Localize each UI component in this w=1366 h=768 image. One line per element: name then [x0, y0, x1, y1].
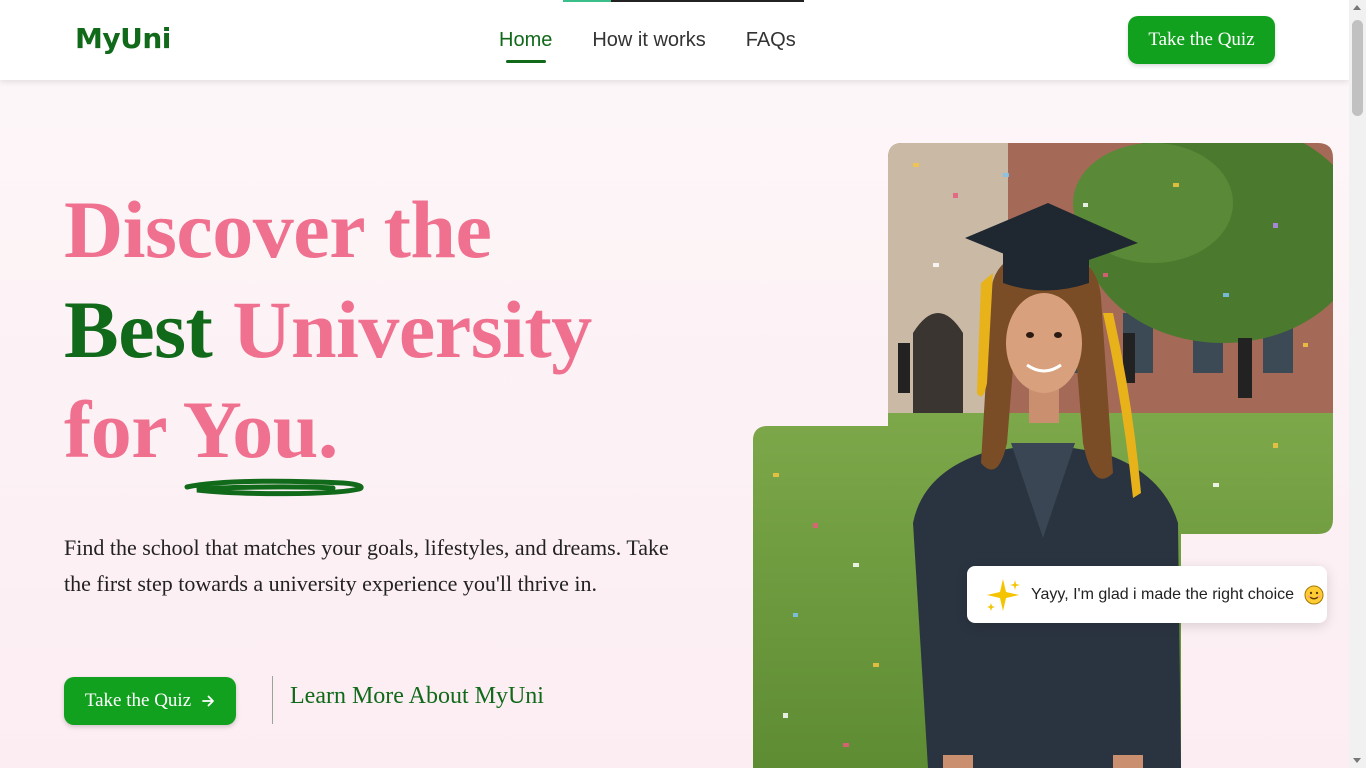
- headline-line-3: for You.: [64, 384, 338, 475]
- graduate-image: [753, 143, 1333, 768]
- nav-item-how-it-works[interactable]: How it works: [592, 29, 705, 52]
- reading-progress-bar: [563, 0, 804, 2]
- smiley-icon: [1304, 585, 1324, 604]
- nav-item-home[interactable]: Home: [499, 29, 553, 63]
- site-header: MyUni Home How it works FAQs Take the Qu…: [0, 0, 1349, 80]
- graduate-photo: [753, 143, 1333, 768]
- active-indicator: [506, 60, 546, 63]
- hero-section: Discover the Best University for You. Fi…: [0, 80, 1349, 768]
- nav-item-label: How it works: [592, 29, 706, 51]
- headline-accent-word: Best: [64, 284, 213, 375]
- arrow-right-icon: [202, 695, 215, 707]
- hero-description: Find the school that matches your goals,…: [64, 535, 669, 596]
- logo[interactable]: MyUni: [75, 22, 171, 55]
- sparkles-icon: [987, 578, 1020, 611]
- take-quiz-button[interactable]: Take the Quiz: [64, 677, 236, 725]
- scrollbar-thumb[interactable]: [1352, 20, 1363, 116]
- hero-headline: Discover the Best University for You.: [64, 180, 592, 480]
- nav-item-label: Home: [499, 29, 553, 51]
- toast-text: Yayy, I'm glad i made the right choice: [1031, 585, 1295, 603]
- scroll-up-icon[interactable]: [1353, 5, 1361, 10]
- main-nav: Home How it works FAQs: [499, 29, 796, 63]
- header-take-quiz-button[interactable]: Take the Quiz: [1128, 16, 1275, 64]
- headline-line-2: University: [232, 284, 592, 375]
- nav-item-label: FAQs: [745, 29, 796, 51]
- nav-item-faqs[interactable]: FAQs: [746, 29, 796, 52]
- headline-line-1: Discover the: [64, 184, 492, 275]
- learn-more-link[interactable]: Learn More About MyUni: [290, 683, 544, 710]
- testimonial-toast: Yayy, I'm glad i made the right choice: [967, 566, 1327, 623]
- take-quiz-label: Take the Quiz: [84, 690, 192, 711]
- divider: [272, 676, 273, 724]
- page-scrollbar[interactable]: [1349, 0, 1366, 768]
- underline-scribble-icon: [184, 478, 364, 497]
- scroll-down-icon[interactable]: [1353, 758, 1361, 763]
